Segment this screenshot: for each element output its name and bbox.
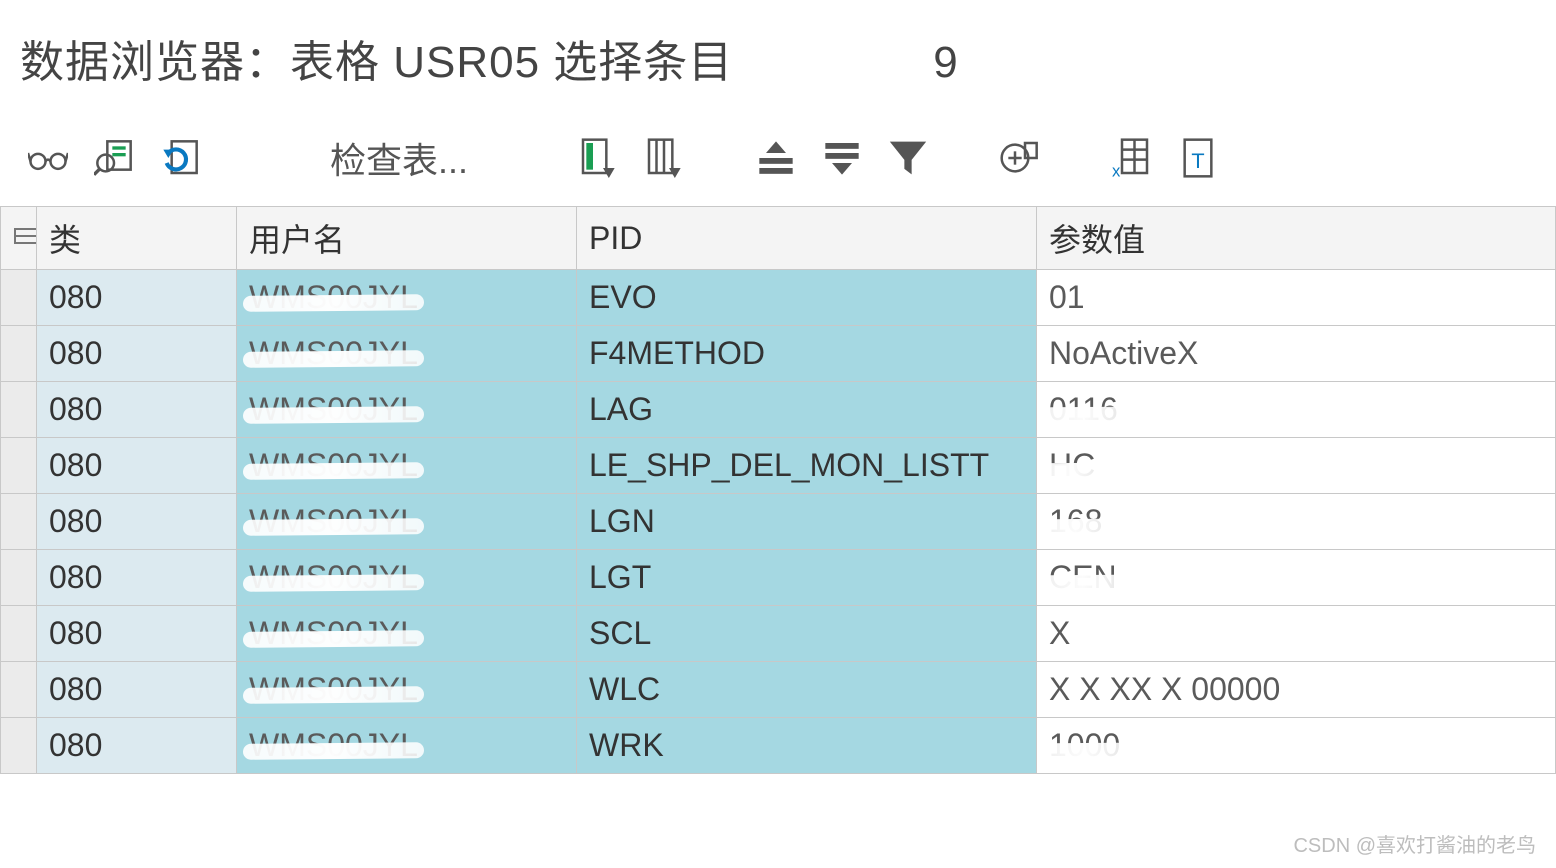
row-selector[interactable] [1,326,37,382]
cell-value[interactable]: HC [1037,438,1556,494]
header-user[interactable]: 用户名 [237,207,577,270]
table-row[interactable]: 080WMS00JYLEVO01 [1,270,1556,326]
row-selector[interactable] [1,662,37,718]
cell-value[interactable]: CEN [1037,550,1556,606]
cell-class[interactable]: 080 [37,718,237,774]
data-grid: 类 用户名 PID 参数值 080WMS00JYLEVO01080WMS00JY… [0,206,1556,774]
sort-desc-icon [822,138,862,178]
header-class[interactable]: 类 [37,207,237,270]
page-title: 数据浏览器：表格 USR05 选择条目 9 [0,0,1556,120]
row-count: 9 [933,38,958,88]
header-pid[interactable]: PID [577,207,1037,270]
cell-pid[interactable]: WRK [577,718,1037,774]
cell-class[interactable]: 080 [37,270,237,326]
text-mode-icon: T [1178,138,1218,178]
cell-pid[interactable]: F4METHOD [577,326,1037,382]
table-row[interactable]: 080WMS00JYLLAG0116 [1,382,1556,438]
row-selector[interactable] [1,382,37,438]
cell-class[interactable]: 080 [37,326,237,382]
cell-class[interactable]: 080 [37,438,237,494]
sort-asc-icon [756,138,796,178]
title-text: 数据浏览器：表格 USR05 选择条目 [20,26,733,90]
sort-descending-button[interactable] [814,130,870,186]
export-excel-button[interactable]: x [1104,130,1160,186]
filter-button[interactable] [880,130,936,186]
row-selector[interactable] [1,438,37,494]
cell-user[interactable]: WMS00JYL [237,662,577,718]
cell-value[interactable]: NoActiveX [1037,326,1556,382]
cell-pid[interactable]: WLC [577,662,1037,718]
svg-text:T: T [1191,148,1204,173]
cell-class[interactable]: 080 [37,662,237,718]
find-icon [94,138,134,178]
sum-icon [1000,138,1040,178]
filter-icon [888,138,928,178]
export-excel-icon: x [1112,138,1152,178]
table-row[interactable]: 080WMS00JYLF4METHODNoActiveX [1,326,1556,382]
cell-value[interactable]: 01 [1037,270,1556,326]
cell-user[interactable]: WMS00JYL [237,382,577,438]
cell-pid[interactable]: SCL [577,606,1037,662]
table-row[interactable]: 080WMS00JYLWLCX X XX X 00000 [1,662,1556,718]
cell-class[interactable]: 080 [37,606,237,662]
cell-value[interactable]: 168 [1037,494,1556,550]
cell-user[interactable]: WMS00JYL [237,494,577,550]
find-button[interactable] [86,130,142,186]
table-row[interactable]: 080WMS00JYLLE_SHP_DEL_MON_LISTTHC [1,438,1556,494]
cell-class[interactable]: 080 [37,550,237,606]
refresh-button[interactable] [152,130,208,186]
text-mode-button[interactable]: T [1170,130,1226,186]
cell-class[interactable]: 080 [37,494,237,550]
check-table-button[interactable]: 检查表... [284,132,494,184]
cell-user[interactable]: WMS00JYL [237,270,577,326]
cell-pid[interactable]: LGT [577,550,1037,606]
glasses-icon [28,138,68,178]
cell-user[interactable]: WMS00JYL [237,718,577,774]
cell-user[interactable]: WMS00JYL [237,550,577,606]
cell-value[interactable]: X [1037,606,1556,662]
cell-pid[interactable]: LGN [577,494,1037,550]
cell-pid[interactable]: LAG [577,382,1037,438]
table-row[interactable]: 080WMS00JYLLGTCEN [1,550,1556,606]
row-selector[interactable] [1,494,37,550]
table-row[interactable]: 080WMS00JYLSCLX [1,606,1556,662]
row-selector[interactable] [1,606,37,662]
refresh-icon [160,138,200,178]
cell-value[interactable]: 0116 [1037,382,1556,438]
select-columns-button[interactable] [570,130,626,186]
sort-ascending-button[interactable] [748,130,804,186]
header-value[interactable]: 参数值 [1037,207,1556,270]
cell-pid[interactable]: LE_SHP_DEL_MON_LISTT [577,438,1037,494]
table-row[interactable]: 080WMS00JYLLGN168 [1,494,1556,550]
cell-pid[interactable]: EVO [577,270,1037,326]
column-select-icon [578,138,618,178]
column-all-icon [644,138,684,178]
cell-user[interactable]: WMS00JYL [237,438,577,494]
cell-value[interactable]: 1000 [1037,718,1556,774]
toolbar: 检查表... [0,120,1556,206]
cell-user[interactable]: WMS00JYL [237,606,577,662]
row-selector[interactable] [1,718,37,774]
cell-class[interactable]: 080 [37,382,237,438]
cell-value[interactable]: X X XX X 00000 [1037,662,1556,718]
watermark: CSDN @喜欢打酱油的老鸟 [1293,829,1536,858]
select-all-columns-button[interactable] [636,130,692,186]
row-selector[interactable] [1,550,37,606]
table-row[interactable]: 080WMS00JYLWRK1000 [1,718,1556,774]
cell-user[interactable]: WMS00JYL [237,326,577,382]
display-button[interactable] [20,130,76,186]
svg-text:x: x [1112,161,1121,178]
sum-button[interactable] [992,130,1048,186]
grid-header-row: 类 用户名 PID 参数值 [1,207,1556,270]
row-selector[interactable] [1,270,37,326]
select-all-header[interactable] [1,207,37,270]
